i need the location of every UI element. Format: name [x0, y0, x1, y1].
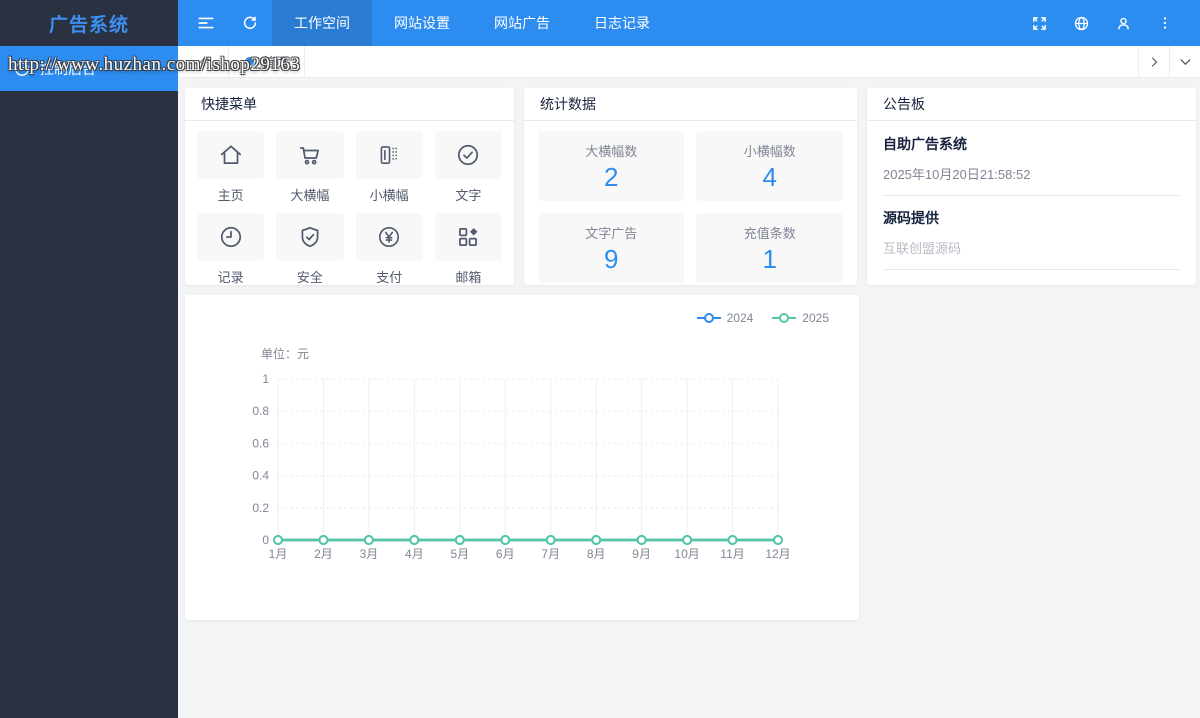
divider: [882, 195, 1180, 196]
user-icon: [1115, 15, 1132, 32]
nav-item-logs[interactable]: 日志记录: [572, 0, 672, 46]
quick-item-small-banner[interactable]: 小横幅: [355, 131, 423, 204]
quick-item-records[interactable]: 记录: [197, 213, 265, 286]
tab-label: 首页: [262, 55, 289, 70]
legend-item-2025[interactable]: 2025: [771, 311, 829, 325]
notice-section-text: 互联创盟源码: [882, 241, 961, 256]
sidebar-item-label: 控制后台: [40, 60, 96, 77]
svg-text:7月: 7月: [541, 547, 560, 561]
language-button[interactable]: [1060, 0, 1102, 46]
more-button[interactable]: [1144, 0, 1186, 46]
svg-text:12月: 12月: [765, 547, 790, 561]
quick-menu-grid: 主页 大横幅 小横幅 文字 记录 安全 支付 邮箱: [185, 121, 514, 286]
stat-recharge-count: 充值条数 1: [696, 213, 843, 283]
check-circle-icon: [455, 142, 481, 168]
notice-body: 自助广告系统 2025年10月20日21:58:52 源码提供 互联创盟源码: [867, 121, 1196, 270]
top-nav: 工作空间 网站设置 网站广告 日志记录: [178, 0, 1200, 46]
nav-right-icons: [1018, 0, 1200, 46]
quick-item-security[interactable]: 安全: [276, 213, 344, 286]
notice-section-title: 自助广告系统: [882, 136, 967, 152]
svg-text:0.2: 0.2: [252, 501, 269, 515]
sidebar-item-console[interactable]: 控制后台: [0, 46, 178, 91]
nav-item-site-ads[interactable]: 网站广告: [472, 0, 572, 46]
stat-big-banner-count: 大横幅数 2: [538, 131, 685, 201]
svg-text:0.4: 0.4: [252, 469, 269, 483]
banner-icon: [376, 142, 402, 168]
tab-scroll-left-button[interactable]: [178, 46, 228, 77]
notice-section-title: 源码提供: [882, 210, 939, 226]
tab-options-button[interactable]: [1169, 46, 1200, 77]
svg-text:0: 0: [262, 533, 269, 547]
legend-line-marker-icon: [772, 313, 797, 323]
stats-grid: 大横幅数 2 小横幅数 4 文字广告 9 充值条数 1: [524, 121, 857, 283]
svg-text:11月: 11月: [720, 547, 744, 561]
fullscreen-icon: [1031, 15, 1048, 32]
gauge-icon: [13, 60, 31, 78]
svg-text:2月: 2月: [314, 547, 333, 561]
nav-item-workspace[interactable]: 工作空间: [272, 0, 372, 46]
quick-menu-card: 快捷菜单 主页 大横幅 小横幅 文字 记录 安全 支付 邮箱: [185, 88, 514, 285]
quick-item-text-ads[interactable]: 文字: [434, 131, 502, 204]
stat-text-ad-count: 文字广告 9: [538, 213, 685, 283]
quick-item-big-banner[interactable]: 大横幅: [276, 131, 344, 204]
svg-text:9月: 9月: [632, 547, 651, 561]
svg-text:3月: 3月: [360, 547, 379, 561]
svg-text:4月: 4月: [405, 547, 424, 561]
stat-small-banner-count: 小横幅数 4: [696, 131, 843, 201]
content-area: 快捷菜单 主页 大横幅 小横幅 文字 记录 安全 支付 邮箱 统计数据 大横幅数…: [178, 78, 1200, 718]
chevron-down-icon: [1179, 55, 1192, 68]
tab-home[interactable]: 首页: [228, 46, 306, 77]
svg-text:5月: 5月: [450, 547, 469, 561]
svg-text:6月: 6月: [496, 547, 515, 561]
user-button[interactable]: [1102, 0, 1144, 46]
quick-item-payment[interactable]: 支付: [355, 213, 423, 286]
yuan-circle-icon: [376, 224, 402, 250]
revenue-chart-card: 2024 2025 单位：元 0 0.2 0.4 0.6 0.8 1 1月 2月 3月 4月 5月 6…: [185, 295, 859, 620]
notice-board-card: 公告板 自助广告系统 2025年10月20日21:58:52 源码提供 互联创盟…: [866, 88, 1196, 285]
refresh-icon: [241, 14, 259, 32]
kebab-menu-icon: [1157, 15, 1173, 31]
refresh-button[interactable]: [228, 0, 272, 46]
globe-icon: [1073, 15, 1090, 32]
grid-diamond-icon: [455, 224, 481, 250]
quick-menu-title: 快捷菜单: [185, 88, 514, 121]
revenue-chart: 00.20.40.60.811月 2月 3月 4月 5月 6月 7月 8月 9月 10月 11月 12…: [252, 372, 790, 561]
svg-text:10月: 10月: [674, 547, 699, 561]
stats-card: 统计数据 大横幅数 2 小横幅数 4 文字广告 9 充值条数 1: [524, 88, 857, 285]
legend-line-marker-icon: [696, 313, 721, 323]
stats-title: 统计数据: [524, 88, 857, 121]
home-icon: [218, 142, 244, 168]
svg-text:0.6: 0.6: [252, 436, 269, 450]
tab-spacer: [305, 46, 1138, 77]
chart-legend: 2024 2025: [696, 311, 829, 325]
legend-item-2024[interactable]: 2024: [696, 311, 753, 325]
divider: [882, 269, 1180, 270]
fullscreen-button[interactable]: [1018, 0, 1060, 46]
svg-text:1月: 1月: [269, 547, 288, 561]
tab-bar: 首页: [178, 46, 1200, 78]
sidebar: 控制后台: [0, 46, 178, 718]
svg-text:1: 1: [262, 372, 269, 386]
svg-text:8月: 8月: [587, 547, 606, 561]
cart-icon: [297, 142, 323, 168]
notice-title: 公告板: [866, 88, 1196, 121]
quick-item-mailbox[interactable]: 邮箱: [434, 213, 502, 286]
tab-scroll-right-button[interactable]: [1138, 46, 1169, 77]
nav-item-site-settings[interactable]: 网站设置: [372, 0, 472, 46]
tab-active-dot-icon: [245, 57, 254, 66]
app-logo: 广告系统: [0, 0, 178, 46]
notice-section-text: 2025年10月20日21:58:52: [882, 167, 1031, 182]
shield-check-icon: [297, 224, 323, 250]
menu-fold-icon: [196, 13, 216, 33]
quick-item-home[interactable]: 主页: [197, 131, 265, 204]
svg-text:0.8: 0.8: [252, 404, 269, 418]
clock-icon: [218, 224, 244, 250]
main-area: 首页 快捷菜单 主页 大横幅 小横幅 文字 记录 安全 支付 邮箱 统计数据 大…: [178, 46, 1200, 718]
top-bar: 广告系统 工作空间 网站设置 网站广告 日志记录: [0, 0, 1200, 46]
menu-fold-button[interactable]: [184, 0, 228, 46]
